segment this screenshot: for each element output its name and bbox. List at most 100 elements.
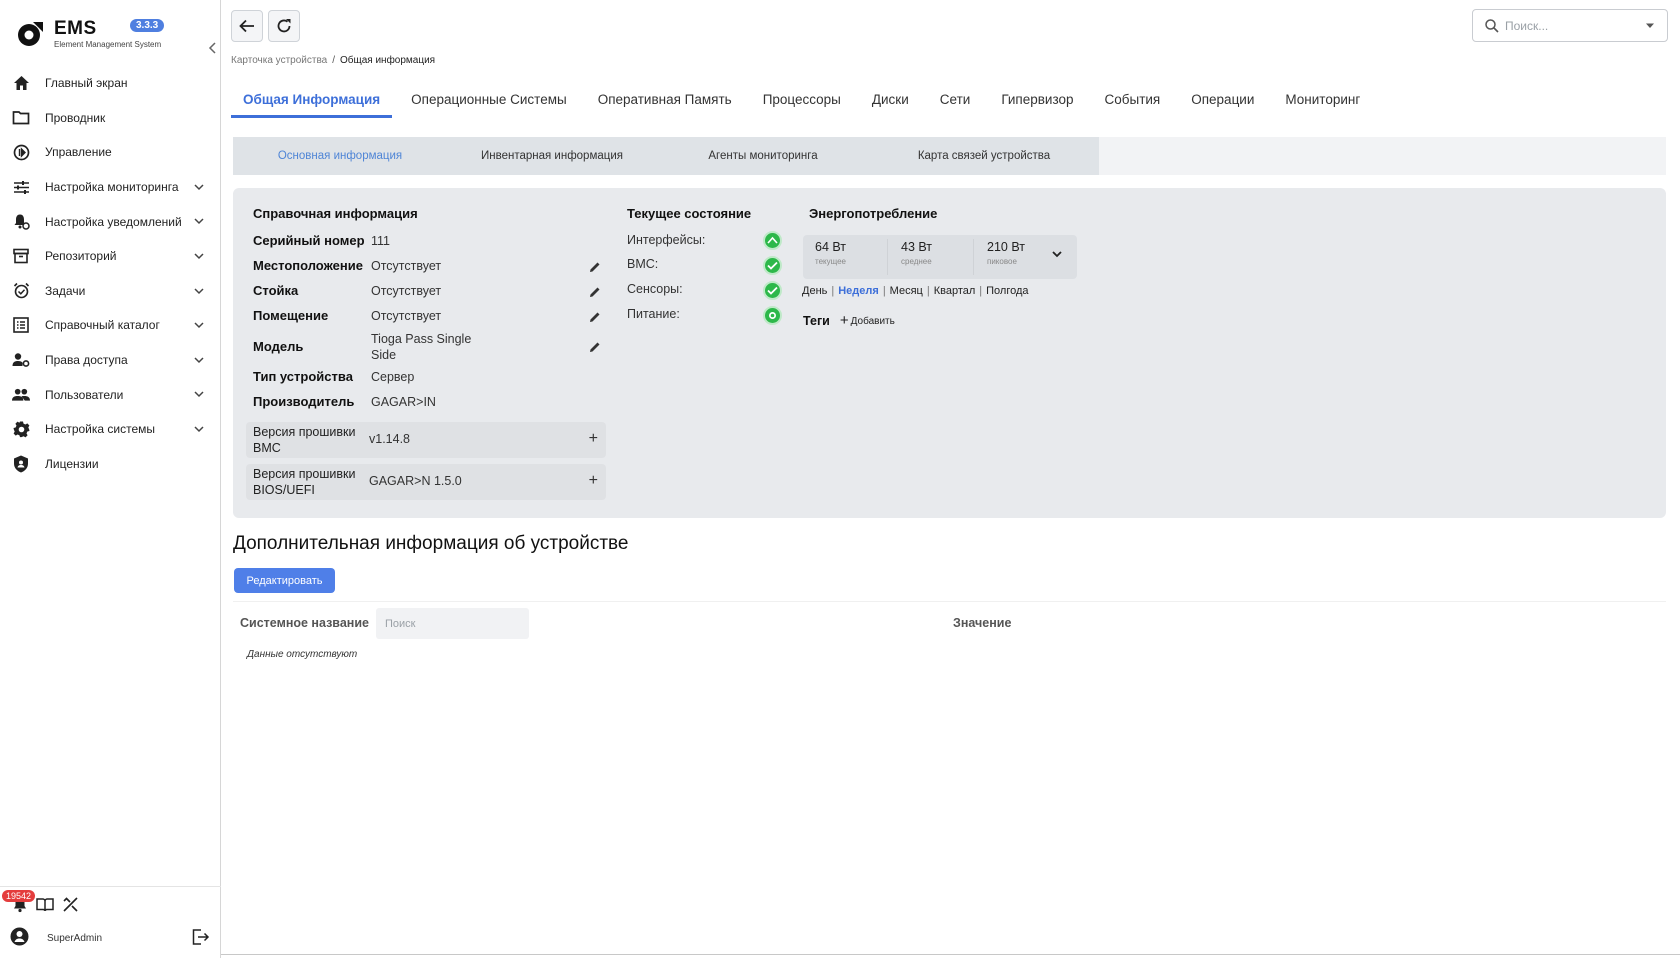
sliders-icon <box>12 178 30 196</box>
bmc-firmware-label: Версия прошивки BMC <box>253 424 356 456</box>
energy-divider <box>887 239 888 275</box>
model-value-line: Side <box>371 348 397 362</box>
sidebar-item-label: Задачи <box>45 283 86 298</box>
subtab-inventory[interactable]: Инвентарная информация <box>447 137 657 175</box>
breadcrumb-parent-link[interactable]: Карточка устройства <box>231 55 327 66</box>
collapse-sidebar-icon[interactable] <box>208 42 222 56</box>
bios-firmware-label-line: Версия прошивки <box>253 467 356 481</box>
serial-label: Серийный номер <box>253 233 365 248</box>
location-value: Отсутствует <box>371 259 442 273</box>
energy-expand-chevron-icon[interactable] <box>1051 248 1063 260</box>
vendor-label: Производитель <box>253 394 355 409</box>
breadcrumb-separator: / <box>332 55 335 66</box>
logout-icon[interactable] <box>192 929 210 948</box>
global-search[interactable] <box>1472 9 1668 42</box>
app-logo[interactable]: EMS 3.3.3 Element Management System <box>14 18 214 52</box>
add-tag-button[interactable]: + Добавить <box>840 313 895 328</box>
sidebar-item-notification-settings[interactable]: Настройка уведомлений <box>0 204 221 239</box>
period-day[interactable]: День <box>802 285 827 297</box>
period-week[interactable]: Неделя <box>838 285 879 297</box>
chevron-down-icon[interactable] <box>193 388 205 400</box>
edit-model-pencil-icon[interactable] <box>588 340 602 354</box>
energy-summary: 64 Вт текущее 43 Вт среднее 210 Вт пиков… <box>803 235 1077 279</box>
chevron-down-icon[interactable] <box>193 354 205 366</box>
period-month[interactable]: Месяц <box>890 285 923 297</box>
refresh-button[interactable] <box>268 10 300 42</box>
bios-firmware-expand-plus-icon[interactable]: + <box>589 472 598 490</box>
sidebar-item-users[interactable]: Пользователи <box>0 377 221 412</box>
sidebar-item-repository[interactable]: Репозиторий <box>0 239 221 274</box>
subtab-basic-info[interactable]: Основная информация <box>233 137 447 175</box>
energy-divider <box>973 239 974 275</box>
sidebar-item-system-settings[interactable]: Настройка системы <box>0 412 221 447</box>
energy-period-selector: День | Неделя | Месяц | Квартал | Полгода <box>802 285 1029 297</box>
search-input[interactable] <box>1505 18 1635 33</box>
interfaces-status-ok-icon <box>763 231 782 250</box>
chevron-down-icon[interactable] <box>193 319 205 331</box>
sidebar-item-label: Проводник <box>45 110 106 125</box>
sidebar-item-label: Настройка уведомлений <box>45 214 182 229</box>
tab-operating-systems[interactable]: Операционные Системы <box>399 88 579 118</box>
arrow-left-icon <box>239 19 254 33</box>
rack-label: Стойка <box>253 283 299 298</box>
model-label: Модель <box>253 339 304 354</box>
sidebar-item-home[interactable]: Главный экран <box>0 66 221 101</box>
bios-firmware-label: Версия прошивки BIOS/UEFI <box>253 466 356 498</box>
bmc-firmware-expand-plus-icon[interactable]: + <box>589 430 598 448</box>
sidebar-item-label: Управление <box>45 145 112 160</box>
tab-disks[interactable]: Диски <box>860 88 921 118</box>
device-info-panel: Справочная информация Серийный номер 111… <box>233 188 1666 518</box>
app-name: EMS <box>54 18 97 39</box>
subtab-monitoring-agents[interactable]: Агенты мониторинга <box>657 137 869 175</box>
breadcrumb: Карточка устройства / Общая информация <box>231 55 435 66</box>
system-name-search-input[interactable] <box>376 608 529 639</box>
avatar[interactable] <box>10 927 29 949</box>
column-header-system-name: Системное название <box>240 616 369 630</box>
period-half-year[interactable]: Полгода <box>986 285 1028 297</box>
sidebar-item-label: Настройка мониторинга <box>45 180 179 195</box>
back-button[interactable] <box>231 10 263 42</box>
sidebar-item-licenses[interactable]: Лицензии <box>0 447 221 482</box>
chevron-down-icon[interactable] <box>193 181 205 193</box>
user-panel: SuperAdmin <box>10 927 210 949</box>
chevron-down-icon[interactable] <box>193 423 205 435</box>
period-separator: | <box>831 285 835 297</box>
tab-networks[interactable]: Сети <box>928 88 983 118</box>
tab-events[interactable]: События <box>1093 88 1173 118</box>
rack-value: Отсутствует <box>371 284 442 298</box>
edit-room-pencil-icon[interactable] <box>588 310 602 324</box>
edit-rack-pencil-icon[interactable] <box>588 285 602 299</box>
caret-down-icon[interactable] <box>1645 23 1655 29</box>
chevron-down-icon[interactable] <box>193 250 205 262</box>
bmc-firmware-row: Версия прошивки BMC v1.14.8 + <box>246 422 606 458</box>
sidebar-item-label: Лицензии <box>45 456 99 471</box>
sidebar-item-explorer[interactable]: Проводник <box>0 101 221 136</box>
additional-info-table: Системное название Значение Данные отсут… <box>233 601 1666 717</box>
tab-processors[interactable]: Процессоры <box>751 88 853 118</box>
tools-icon[interactable] <box>62 896 79 916</box>
tab-memory[interactable]: Оперативная Память <box>586 88 744 118</box>
empty-state-text: Данные отсутствуют <box>247 649 358 660</box>
column-header-value: Значение <box>953 616 1012 630</box>
chevron-down-icon[interactable] <box>193 215 205 227</box>
tab-hypervisor[interactable]: Гипервизор <box>989 88 1085 118</box>
subtab-device-map[interactable]: Карта связей устройства <box>869 137 1099 175</box>
tab-operations[interactable]: Операции <box>1179 88 1266 118</box>
tab-monitoring[interactable]: Мониторинг <box>1273 88 1372 118</box>
sidebar-item-monitoring-settings[interactable]: Настройка мониторинга <box>0 170 221 205</box>
sidebar-item-tasks[interactable]: Задачи <box>0 274 221 309</box>
chevron-down-icon[interactable] <box>193 285 205 297</box>
edit-additional-info-button[interactable]: Редактировать <box>234 568 335 593</box>
sidebar-item-access-rights[interactable]: Права доступа <box>0 343 221 378</box>
period-quarter[interactable]: Квартал <box>934 285 976 297</box>
add-tag-label: Добавить <box>850 315 895 327</box>
sidebar-item-catalog[interactable]: Справочный каталог <box>0 308 221 343</box>
vendor-value: GAGAR>IN <box>371 395 436 409</box>
edit-location-pencil-icon[interactable] <box>588 260 602 274</box>
book-icon[interactable] <box>36 897 54 915</box>
gear-icon <box>12 420 30 438</box>
app-subtitle: Element Management System <box>54 40 162 49</box>
tab-general-info[interactable]: Общая Информация <box>231 88 393 118</box>
sidebar-item-management[interactable]: Управление <box>0 135 221 170</box>
status-title: Текущее состояние <box>627 206 752 221</box>
